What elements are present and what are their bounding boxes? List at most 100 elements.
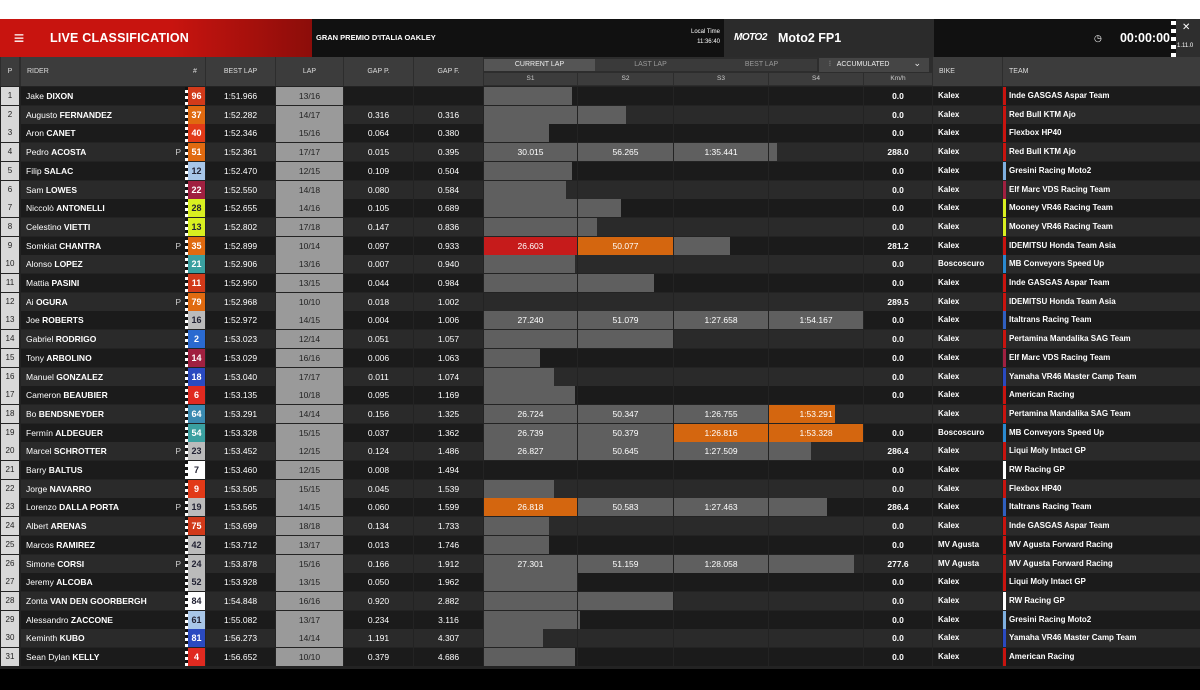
position-cell: 17 <box>1 386 19 405</box>
table-row[interactable]: 18 Bo BENDSNEYDER 64 1:53.291 14/14 0.156 1.32… <box>0 404 1200 423</box>
gap-previous: 0.051 <box>344 330 413 349</box>
col-best-lap[interactable]: BEST LAP <box>206 57 275 86</box>
rider-first-name: Jeremy <box>26 577 54 588</box>
gap-first: 0.395 <box>414 143 483 162</box>
tab-current-lap[interactable]: CURRENT LAP <box>484 59 595 71</box>
page-title: LIVE CLASSIFICATION <box>50 31 189 45</box>
rider-name: Lorenzo DALLA PORTA P <box>21 498 185 517</box>
col-lap[interactable]: LAP <box>276 57 343 86</box>
table-row[interactable]: 15 Tony ARBOLINO 14 1:53.029 16/16 0.006 1.063… <box>0 348 1200 367</box>
table-row[interactable]: 5 Filip SALAC 12 1:52.470 12/15 0.109 0.504 0.0… <box>0 161 1200 180</box>
team-label: RW Racing GP <box>1009 465 1065 474</box>
table-row[interactable]: 20 Marcel SCHROTTER P 23 1:53.452 12/15 0.124 1… <box>0 442 1200 461</box>
table-row[interactable]: 29 Alessandro ZACCONE 61 1:55.082 13/17 0.234… <box>0 610 1200 629</box>
table-row[interactable]: 11 Mattia PASINI 11 1:52.950 13/15 0.044 0.984… <box>0 274 1200 292</box>
lap-count: 13/16 <box>276 255 343 274</box>
table-row[interactable]: 12 Ai OGURA P 79 1:52.968 10/10 0.018 1.002 289.… <box>0 292 1200 311</box>
bike-make: Kalex <box>933 479 1002 498</box>
sector-4-cell <box>769 610 863 629</box>
table-row[interactable]: 30 Keminth KUBO 81 1:56.273 14/14 1.191 4.307 0… <box>0 629 1200 648</box>
col-team[interactable]: TEAM <box>1003 57 1200 86</box>
gap-first: 1.599 <box>414 498 483 517</box>
team-color-strip <box>1003 199 1006 218</box>
table-row[interactable]: 27 Jeremy ALCOBA 52 1:53.928 13/15 0.050 1.962… <box>0 573 1200 592</box>
table-row[interactable]: 7 Niccolò ANTONELLI 28 1:52.655 14/16 0.105 0.… <box>0 199 1200 218</box>
table-row[interactable]: 21 Barry BALTUS 7 1:53.460 12/15 0.008 1.494 0.… <box>0 461 1200 479</box>
sector-2-cell <box>578 348 673 367</box>
table-row[interactable]: 19 Fermín ALDEGUER 54 1:53.328 15/15 0.037 1.3… <box>0 423 1200 442</box>
table-row[interactable]: 24 Albert ARENAS 75 1:53.699 18/18 0.134 1.733… <box>0 517 1200 536</box>
best-lap-time: 1:52.361 <box>206 143 275 162</box>
sector-2-cell <box>578 330 673 349</box>
col-number[interactable]: # <box>185 57 205 86</box>
team-color-strip <box>1003 236 1006 255</box>
table-row[interactable]: 16 Manuel GONZALEZ 18 1:53.040 17/17 0.011 1.0… <box>0 367 1200 386</box>
sector-4-time: 1:54.167 <box>799 315 833 326</box>
pit-marker: P <box>175 502 181 513</box>
table-row[interactable]: 31 Sean Dylan KELLY 4 1:56.652 10/10 0.379 4.6… <box>0 648 1200 666</box>
rider-number-badge: 19 <box>188 498 205 517</box>
tab-best-lap[interactable]: BEST LAP <box>706 59 817 71</box>
sector-4-cell <box>769 554 863 573</box>
sector-4-time: 1:53.328 <box>799 427 833 438</box>
bike-make: Kalex <box>933 498 1002 517</box>
rider-first-name: Bo <box>26 408 37 419</box>
team-name: Mooney VR46 Racing Team <box>1003 217 1200 236</box>
bike-make: Kalex <box>933 517 1002 536</box>
table-row[interactable]: 9 Somkiat CHANTRA P 35 1:52.899 10/14 0.097 0.9… <box>0 236 1200 255</box>
table-row[interactable]: 26 Simone CORSI P 24 1:53.878 15/16 0.166 1.912… <box>0 554 1200 573</box>
table-row[interactable]: 10 Alonso LOPEZ 21 1:52.906 13/16 0.007 0.940 0… <box>0 255 1200 274</box>
accumulated-dropdown[interactable]: ⫶ ACCUMULATED ⌄ <box>819 58 929 72</box>
bike-make: Kalex <box>933 648 1002 666</box>
sector-2-cell: 50.583 <box>578 498 673 517</box>
table-row[interactable]: 14 Gabriel RODRIGO 2 1:53.023 12/14 0.051 1.05… <box>0 330 1200 349</box>
sector-2-cell: 51.159 <box>578 554 673 573</box>
col-gap-previous[interactable]: GAP P. <box>344 57 413 86</box>
table-row[interactable]: 25 Marcos RAMIREZ 42 1:53.712 13/17 0.013 1.74… <box>0 535 1200 554</box>
sector-1-bar <box>484 87 572 105</box>
sector-1-cell <box>484 461 577 479</box>
gap-first: 1.746 <box>414 535 483 554</box>
team-color-strip <box>1003 124 1006 143</box>
hamburger-menu-icon[interactable]: ≡ <box>0 19 38 57</box>
table-row[interactable]: 28 Zonta VAN DEN GOORBERGH 84 1:54.848 16/16… <box>0 591 1200 610</box>
col-position[interactable]: P <box>1 57 19 86</box>
rider-number: 16 <box>185 311 205 330</box>
team-color-strip <box>1003 274 1006 292</box>
team-color-strip <box>1003 442 1006 461</box>
bike-make: Kalex <box>933 330 1002 349</box>
gap-first: 1.057 <box>414 330 483 349</box>
bike-make: Kalex <box>933 367 1002 386</box>
rider-number-badge: 40 <box>188 124 205 143</box>
sector-1-cell <box>484 330 577 349</box>
sector-2-cell <box>578 292 673 311</box>
team-color-strip <box>1003 610 1006 629</box>
speed-kmh: 0.0 <box>864 423 932 442</box>
close-icon[interactable]: ✕ <box>1182 22 1190 33</box>
col-bike[interactable]: BIKE <box>933 57 1002 86</box>
table-row[interactable]: 17 Cameron BEAUBIER 6 1:53.135 10/18 0.095 1.1… <box>0 386 1200 405</box>
table-row[interactable]: 3 Aron CANET 40 1:52.346 15/16 0.064 0.380 0.0 K… <box>0 124 1200 143</box>
team-label: Elf Marc VDS Racing Team <box>1009 184 1111 194</box>
lap-count: 17/18 <box>276 217 343 236</box>
table-row[interactable]: 22 Jorge NAVARRO 9 1:53.505 15/15 0.045 1.539 0… <box>0 479 1200 498</box>
sector-1-bar <box>484 648 575 666</box>
local-time: Local Time 11:36:40 <box>672 27 720 47</box>
table-row[interactable]: 4 Pedro ACOSTA P 51 1:52.361 17/17 0.015 0.395 3… <box>0 143 1200 162</box>
table-row[interactable]: 8 Celestino VIETTI 13 1:52.802 17/18 0.147 0.8… <box>0 217 1200 236</box>
rider-name: Joe ROBERTS <box>21 311 185 330</box>
tab-last-lap[interactable]: LAST LAP <box>595 59 706 71</box>
table-row[interactable]: 2 Augusto FERNANDEZ 37 1:52.282 14/17 0.316 0.… <box>0 105 1200 124</box>
table-row[interactable]: 1 Jake DIXON 96 1:51.966 13/16 0.0 Kalex Inde G… <box>0 87 1200 105</box>
table-row[interactable]: 13 Joe ROBERTS 16 1:52.972 14/15 0.004 1.006 27… <box>0 311 1200 330</box>
col-gap-first[interactable]: GAP F. <box>414 57 483 86</box>
rider-last-name: LOWES <box>45 184 78 195</box>
table-row[interactable]: 23 Lorenzo DALLA PORTA P 19 1:53.565 14/15 0.0… <box>0 498 1200 517</box>
moto2-logo: MOTO2 <box>734 32 767 43</box>
gap-first: 0.933 <box>414 236 483 255</box>
col-rider[interactable]: RIDER <box>21 57 185 86</box>
sector-1-time: 26.818 <box>517 502 544 513</box>
table-row[interactable]: 6 Sam LOWES 22 1:52.550 14/18 0.080 0.584 0.0 Ka… <box>0 180 1200 199</box>
rider-name: Tony ARBOLINO <box>21 348 185 367</box>
bike-make: Kalex <box>933 573 1002 592</box>
